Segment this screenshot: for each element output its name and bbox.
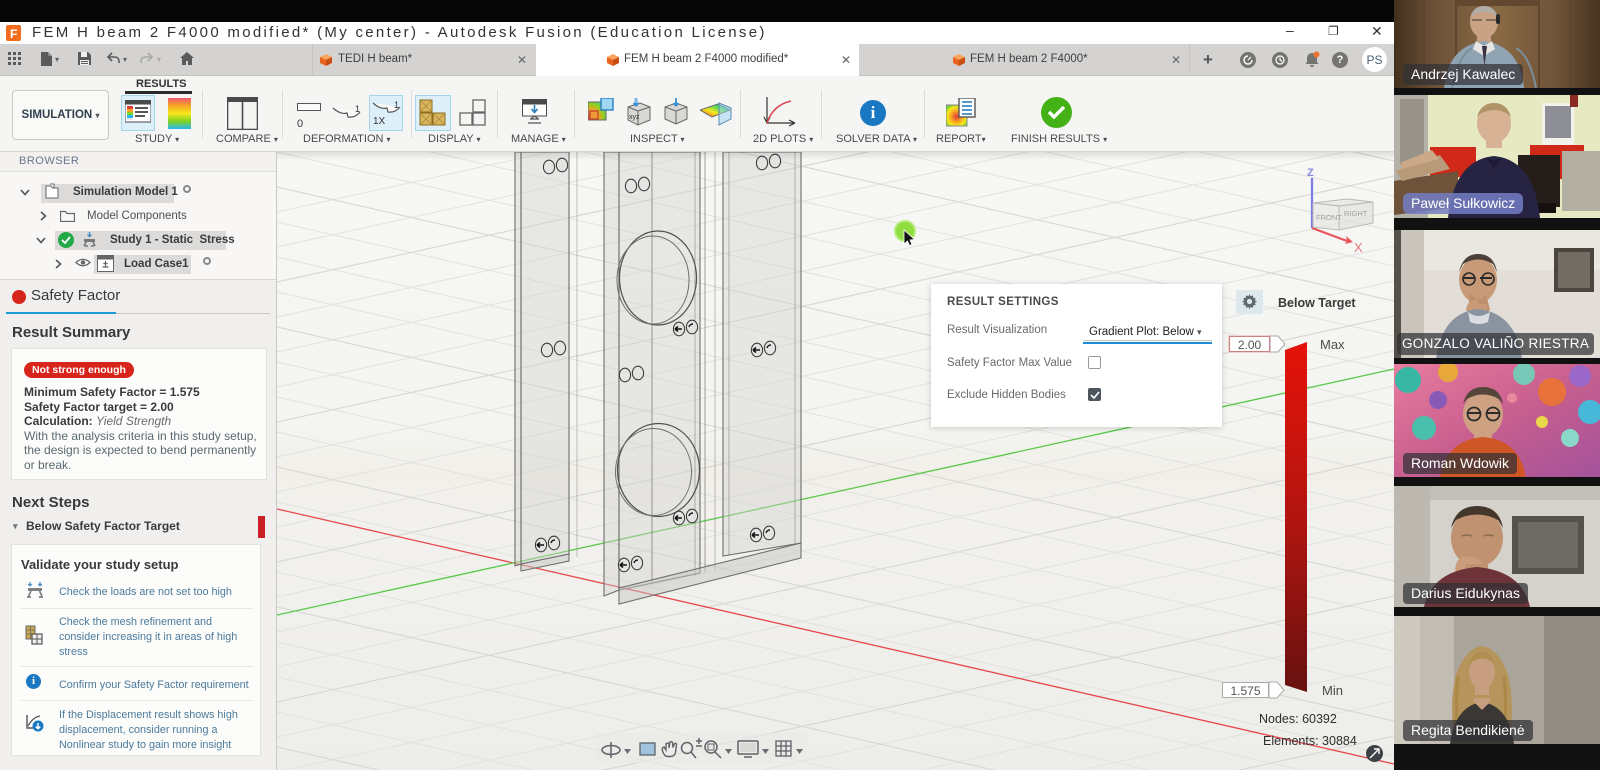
svg-text:xyz: xyz — [629, 114, 640, 121]
svg-text:0: 0 — [297, 118, 303, 129]
svg-text:1: 1 — [355, 104, 360, 114]
svg-text:1X: 1X — [373, 116, 386, 126]
svg-text:1: 1 — [394, 101, 399, 110]
